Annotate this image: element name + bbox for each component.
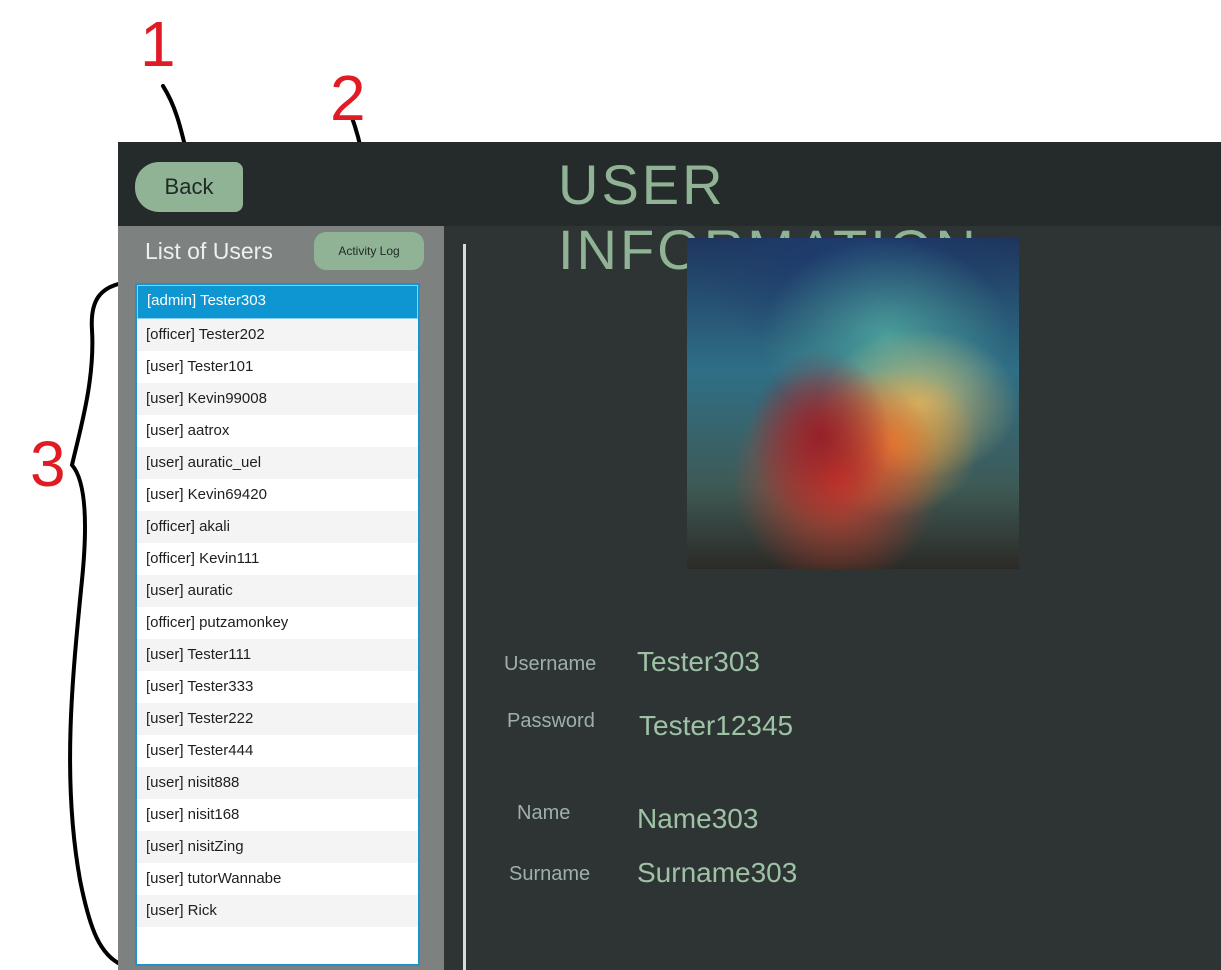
annotation-number-1: 1: [140, 8, 176, 80]
annotation-number-3: 3: [30, 428, 66, 500]
back-button[interactable]: Back: [135, 162, 243, 212]
annotation-number-2: 2: [330, 62, 366, 134]
list-item[interactable]: [officer] Kevin111: [137, 543, 418, 575]
list-item[interactable]: [user] aatrox: [137, 415, 418, 447]
header-bar: Back USER INFORMATION: [118, 142, 1221, 281]
profile-image: [687, 238, 1019, 569]
list-item[interactable]: [user] Kevin69420: [137, 479, 418, 511]
list-item[interactable]: [officer] Tester202: [137, 319, 418, 351]
list-of-users-heading: List of Users: [145, 238, 273, 264]
username-value: Tester303: [637, 646, 760, 677]
list-item[interactable]: [user] auratic: [137, 575, 418, 607]
list-item[interactable]: [user] Tester111: [137, 639, 418, 671]
activity-log-button[interactable]: Activity Log: [314, 232, 424, 270]
username-label: Username: [504, 653, 597, 675]
list-item[interactable]: [officer] putzamonkey: [137, 607, 418, 639]
list-item[interactable]: [officer] akali: [137, 511, 418, 543]
list-item[interactable]: [user] auratic_uel: [137, 447, 418, 479]
users-sidebar: List of Users Activity Log [admin] Teste…: [118, 226, 444, 970]
list-item[interactable]: [user] Tester333: [137, 671, 418, 703]
name-value: Name303: [637, 803, 759, 834]
name-label: Name: [517, 802, 571, 824]
list-item[interactable]: [user] Rick: [137, 895, 418, 927]
user-list[interactable]: [admin] Tester303 [officer] Tester202 [use…: [135, 283, 420, 966]
list-item[interactable]: [admin] Tester303: [137, 285, 418, 319]
surname-value: Surname303: [637, 857, 798, 888]
list-item[interactable]: [user] nisit888: [137, 767, 418, 799]
list-item[interactable]: [user] nisit168: [137, 799, 418, 831]
password-label: Password: [507, 710, 595, 732]
user-information-window: Back USER INFORMATION List of Users Acti…: [118, 142, 1221, 970]
password-value: Tester12345: [639, 710, 794, 741]
list-item[interactable]: [user] tutorWannabe: [137, 863, 418, 895]
surname-label: Surname: [509, 863, 591, 885]
panel-divider: [463, 244, 466, 970]
list-item[interactable]: [user] Tester101: [137, 351, 418, 383]
list-item[interactable]: [user] nisitZing: [137, 831, 418, 863]
list-item[interactable]: [user] Tester444: [137, 735, 418, 767]
list-item[interactable]: [user] Tester222: [137, 703, 418, 735]
list-item[interactable]: [user] Kevin99008: [137, 383, 418, 415]
